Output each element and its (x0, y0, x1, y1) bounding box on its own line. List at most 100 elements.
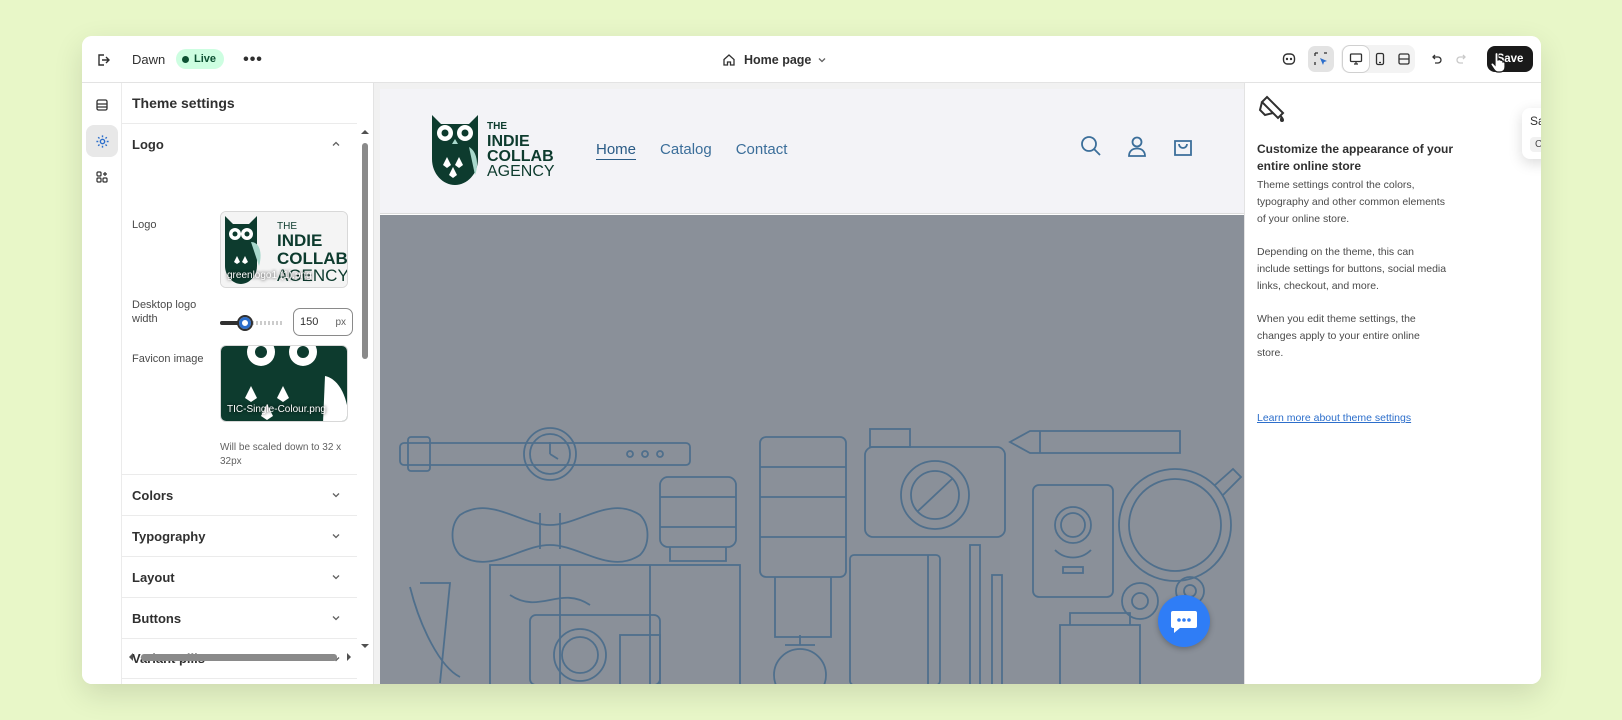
sections-icon (96, 99, 108, 111)
theme-editor-window: Dawn Live ••• Home page Save Theme setti… (82, 36, 1541, 684)
section-logo-header[interactable]: Logo (122, 123, 357, 164)
account-icon[interactable] (1126, 135, 1148, 157)
page-selector[interactable]: Home page (722, 36, 835, 83)
redo-icon (1456, 54, 1466, 64)
mobile-icon (1375, 52, 1385, 66)
gear-icon (95, 134, 109, 148)
apps-icon (96, 171, 108, 183)
section-layout-label: Layout (132, 569, 175, 585)
theme-settings-panel: Theme settings Logo Logo THE INDIE COLLA… (122, 83, 374, 684)
logo-image-picker[interactable]: THE INDIE COLLAB AGENCY greenlogo1 (1).p… (220, 211, 348, 288)
favicon-help-text: Will be scaled down to 32 x 32px (220, 442, 342, 467)
section-buttons-label: Buttons (132, 610, 182, 626)
chat-bubble-icon (1171, 611, 1197, 633)
home-icon (723, 53, 735, 66)
redo-button[interactable] (1449, 46, 1475, 72)
store-preview-frame: THE INDIE COLLAB AGENCY Home Catalog Con… (380, 89, 1256, 684)
favicon-file-name: TIC-Single-Colour.png (227, 404, 326, 415)
chevron-down-icon (332, 616, 340, 621)
settings-vertical-scrollbar[interactable] (359, 127, 371, 651)
info-paragraph-3: When you edit theme settings, the change… (1257, 313, 1420, 359)
logo-width-input[interactable] (300, 316, 328, 328)
undo-icon (1432, 54, 1442, 64)
undo-button[interactable] (1423, 46, 1449, 72)
fullscreen-icon (1398, 53, 1410, 65)
logo-file-name: greenlogo1 (1).png (227, 270, 312, 281)
slider-handle[interactable] (237, 315, 253, 331)
hand-cursor-icon (1490, 51, 1506, 73)
mobile-view-button[interactable] (1367, 46, 1393, 72)
desktop-icon (1349, 53, 1363, 65)
owl-logo-icon (432, 115, 478, 185)
section-typography-header[interactable]: Typography (122, 515, 357, 556)
exit-editor-button[interactable] (88, 36, 118, 83)
nav-home-link[interactable]: Home (596, 141, 636, 158)
favicon-image-picker[interactable]: TIC-Single-Colour.png (220, 345, 348, 422)
logo-indie: INDIE (487, 133, 530, 150)
cursor-select-icon (1314, 52, 1327, 65)
select-element-button[interactable] (1308, 46, 1334, 72)
hero-illustration (399, 427, 1243, 684)
logo-field-label: Logo (132, 219, 157, 231)
settings-horizontal-scrollbar[interactable] (124, 651, 356, 663)
paint-brush-icon (1258, 95, 1285, 122)
scroll-left-arrow-icon (129, 653, 133, 661)
store-nav: Home Catalog Contact (596, 141, 787, 158)
info-title: Customize the appearance of your entire … (1257, 142, 1454, 173)
inspector-button[interactable] (1276, 46, 1302, 72)
logo-width-label: Desktop logo width (132, 299, 197, 325)
chevron-down-icon (332, 534, 340, 539)
logo-collab: COLLAB (487, 148, 554, 165)
live-label: Live (194, 53, 217, 65)
section-buttons-header[interactable]: Buttons (122, 597, 357, 638)
panel-title: Theme settings (132, 95, 235, 111)
search-icon[interactable] (1080, 135, 1102, 157)
chevron-down-icon (818, 57, 826, 62)
favicon-field-label: Favicon image (132, 353, 204, 365)
section-colors-header[interactable]: Colors (122, 474, 357, 515)
cart-icon[interactable] (1172, 135, 1194, 157)
left-rail (82, 83, 122, 684)
logo-width-slider[interactable] (220, 315, 284, 331)
shortcut-key-ctrl: CTRL (1530, 137, 1541, 152)
rail-sections-button[interactable] (86, 89, 118, 121)
settings-hscroll-thumb[interactable] (141, 654, 337, 661)
logo-wordmark: THE INDIE COLLAB AGENCY (487, 119, 555, 180)
theme-name: Dawn (132, 52, 166, 67)
page-selector-label: Home page (744, 52, 812, 67)
desktop-view-button[interactable] (1343, 46, 1369, 72)
svg-text:INDIE: INDIE (277, 231, 322, 250)
scroll-up-arrow-icon (361, 130, 369, 134)
exit-icon (98, 53, 110, 66)
live-badge: Live (176, 49, 225, 69)
nav-contact-link[interactable]: Contact (736, 141, 788, 158)
chevron-down-icon (332, 575, 340, 580)
top-bar: Dawn Live ••• Home page Save (82, 36, 1541, 83)
section-logo-label: Logo (132, 136, 164, 152)
settings-scroll-thumb[interactable] (362, 143, 368, 359)
hero-banner-image (380, 215, 1256, 684)
tooltip-label: Save (1530, 114, 1541, 128)
store-logo[interactable]: THE INDIE COLLAB AGENCY (429, 111, 555, 187)
more-actions-button[interactable]: ••• (240, 36, 266, 83)
store-header: THE INDIE COLLAB AGENCY Home Catalog Con… (380, 89, 1256, 214)
nav-catalog-link[interactable]: Catalog (660, 141, 712, 158)
fullscreen-view-button[interactable] (1391, 46, 1417, 72)
learn-more-link[interactable]: Learn more about theme settings (1257, 412, 1411, 424)
store-header-icons (1080, 135, 1194, 157)
section-colors-label: Colors (132, 487, 174, 503)
mask-icon (1282, 53, 1296, 65)
rail-apps-button[interactable] (86, 161, 118, 193)
rail-theme-settings-button[interactable] (86, 125, 118, 157)
logo-width-unit: px (335, 316, 346, 328)
logo-the: THE (487, 121, 507, 132)
logo-agency: AGENCY (487, 163, 555, 180)
logo-width-input-box: px (293, 308, 353, 336)
scroll-right-arrow-icon (347, 653, 351, 661)
chat-button[interactable] (1158, 595, 1210, 647)
live-dot-icon (182, 55, 189, 63)
scroll-down-arrow-icon (361, 644, 369, 648)
chevron-down-icon (332, 493, 340, 498)
section-layout-header[interactable]: Layout (122, 556, 357, 597)
chevron-up-icon (332, 141, 340, 146)
